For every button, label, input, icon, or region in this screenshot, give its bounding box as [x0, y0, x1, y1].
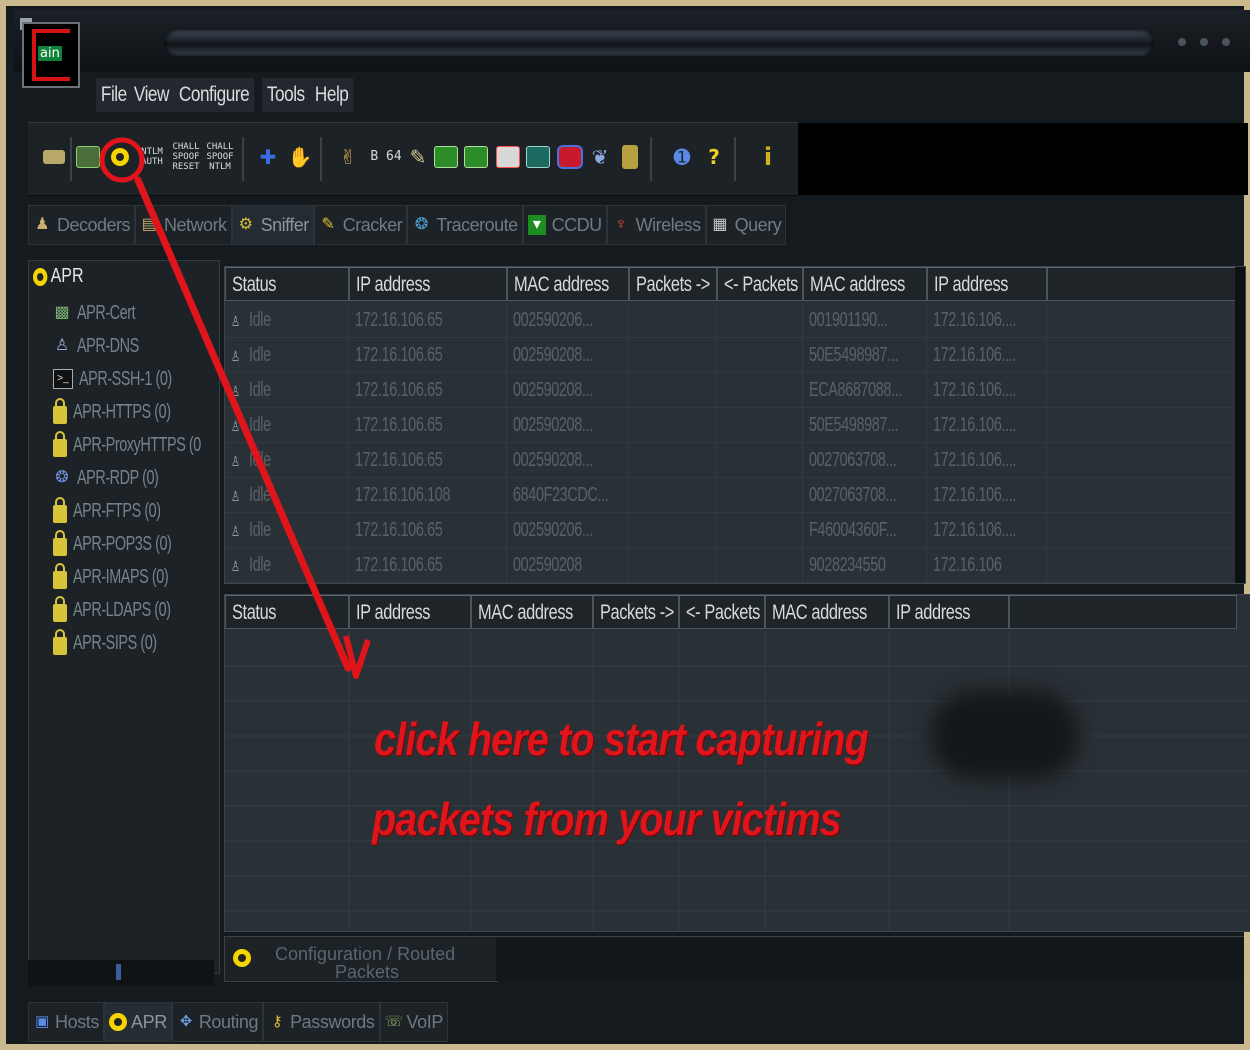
- annotation-line-1: click here to start capturing: [374, 713, 869, 765]
- annotation-line-2: packets from your victims: [372, 793, 842, 845]
- annotation-arrow-shaft: [134, 176, 352, 672]
- highlight-circle: [99, 137, 145, 183]
- annotation-overlay: [99, 137, 371, 679]
